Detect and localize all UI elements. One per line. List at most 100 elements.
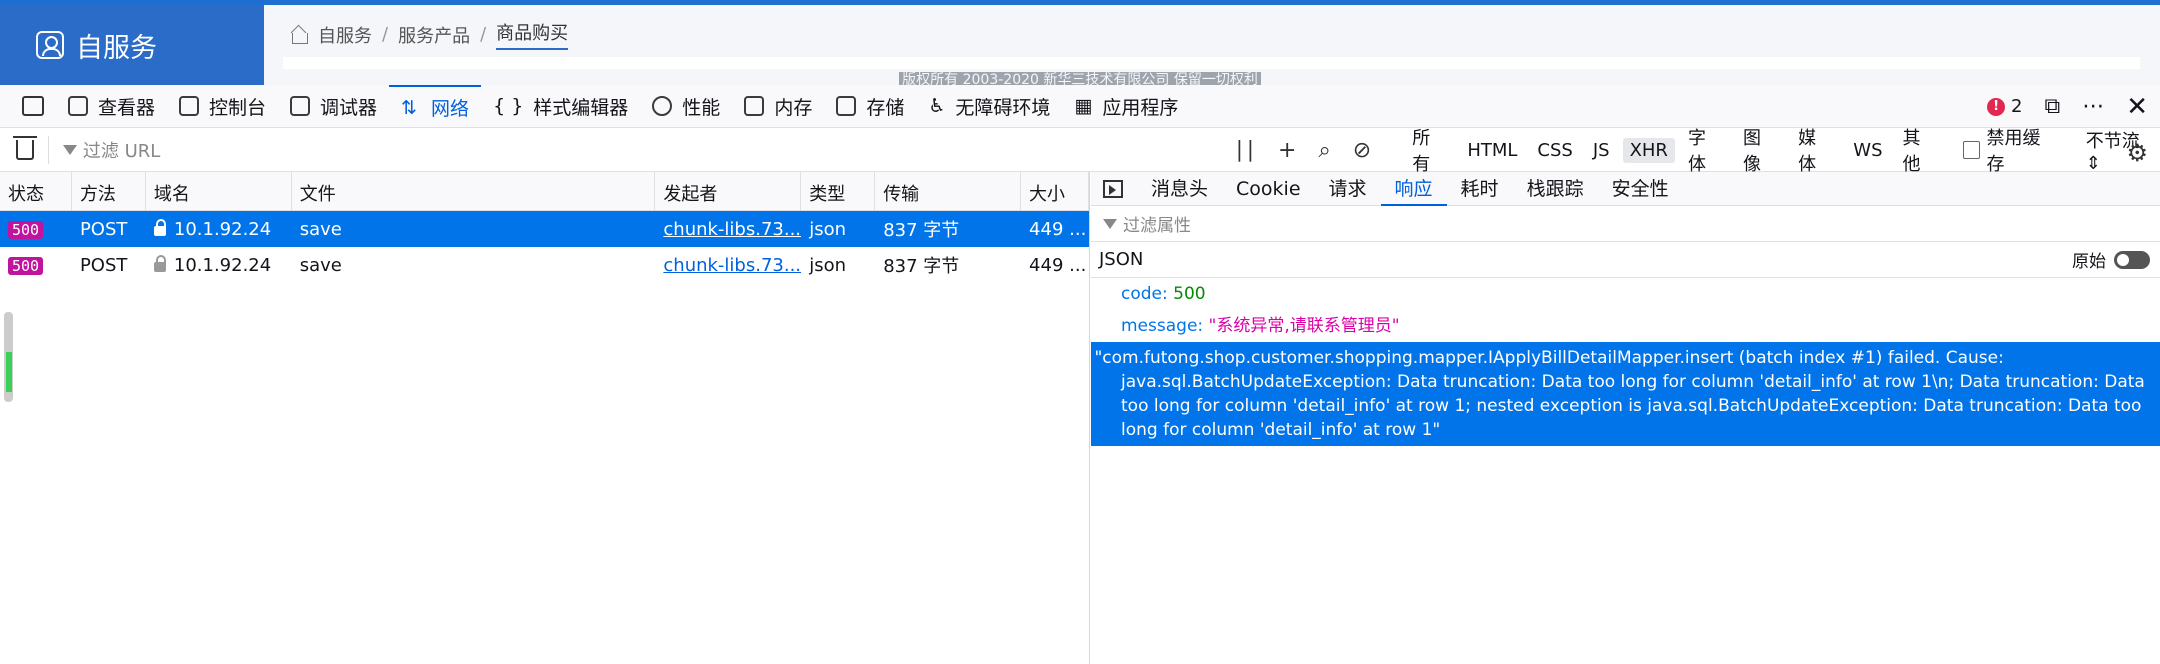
inspector-icon [68, 96, 88, 116]
json-code-line[interactable]: code: 500 [1091, 278, 2160, 310]
type-font[interactable]: 字体 [1681, 122, 1730, 178]
size-cell: 449 ... [1029, 218, 1087, 240]
domain-cell: 10.1.92.24 [146, 254, 292, 276]
col-method[interactable]: 方法 [72, 172, 146, 210]
breadcrumb-separator: / [480, 24, 487, 45]
trash-icon[interactable] [13, 136, 37, 160]
lock-icon [153, 254, 166, 272]
type-filters: 所有 HTML CSS JS XHR 字体 图像 媒体 WS 其他 [1405, 122, 1944, 178]
accessibility-icon: ♿ [928, 95, 946, 117]
tab-headers[interactable]: 消息头 [1137, 172, 1222, 206]
lock-icon [153, 218, 166, 236]
col-size[interactable]: 大小 [1021, 172, 1089, 210]
type-ws[interactable]: WS [1846, 138, 1889, 163]
col-file[interactable]: 文件 [292, 172, 656, 210]
table-row[interactable]: 500 POST 10.1.92.24 save chunk-libs.73..… [0, 247, 1089, 283]
error-count-badge[interactable]: ! 2 [1987, 96, 2022, 117]
tab-cookie[interactable]: Cookie [1222, 172, 1315, 206]
method-cell: POST [79, 254, 128, 276]
grid-icon: ▦ [1074, 95, 1093, 117]
type-html[interactable]: HTML [1460, 138, 1524, 163]
user-card-icon [36, 31, 64, 59]
element-picker-button[interactable] [10, 85, 56, 128]
initiator-link[interactable]: chunk-libs.73... [663, 219, 801, 240]
tab-timings[interactable]: 耗时 [1447, 172, 1513, 206]
tab-storage[interactable]: 存储 [824, 85, 916, 128]
console-icon [179, 96, 200, 116]
tab-request[interactable]: 请求 [1315, 172, 1381, 206]
json-message-line[interactable]: message: "系统异常,请联系管理员" [1091, 310, 2160, 342]
tab-application[interactable]: ▦ 应用程序 [1062, 85, 1190, 128]
filter-url-input[interactable]: 过滤 URL [62, 137, 1134, 163]
debugger-icon [290, 96, 311, 116]
initiator-link[interactable]: chunk-libs.73... [663, 255, 801, 276]
search-icon[interactable]: ⌕ [1318, 138, 1330, 163]
plus-icon[interactable]: + [1278, 138, 1296, 163]
type-image[interactable]: 图像 [1736, 122, 1785, 178]
checkbox[interactable] [1962, 141, 1981, 159]
home-icon[interactable] [290, 27, 308, 44]
more-options-icon[interactable]: ⋯ [2082, 94, 2104, 119]
table-row[interactable]: 500 POST 10.1.92.24 save chunk-libs.73..… [0, 211, 1089, 247]
breadcrumb: 自服务 / 服务产品 / 商品购买 [290, 19, 569, 50]
col-initiator[interactable]: 发起者 [655, 172, 802, 210]
col-status[interactable]: 状态 [0, 172, 72, 210]
json-label: JSON [1099, 249, 1144, 270]
type-other[interactable]: 其他 [1896, 122, 1945, 178]
tab-memory[interactable]: 内存 [732, 85, 824, 128]
request-table: 状态 方法 域名 文件 发起者 类型 传输 大小 500 POST 10.1.9… [0, 172, 1090, 664]
chip-icon [744, 96, 765, 116]
breadcrumb-separator: / [382, 24, 389, 45]
tab-network[interactable]: ⇅ 网络 [389, 84, 482, 128]
domain-cell: 10.1.92.24 [146, 218, 292, 240]
breadcrumb-item[interactable]: 自服务 [318, 22, 372, 48]
type-all[interactable]: 所有 [1405, 122, 1454, 178]
tab-stack-trace[interactable]: 栈跟踪 [1513, 172, 1598, 206]
status-badge: 500 [8, 256, 44, 275]
col-type[interactable]: 类型 [801, 172, 876, 210]
tab-debugger[interactable]: 调试器 [278, 85, 389, 128]
raw-toggle[interactable]: 原始 [2072, 247, 2150, 272]
scroll-indicator[interactable] [4, 312, 13, 402]
json-header: JSON 原始 [1091, 242, 2160, 278]
pause-icon[interactable]: ∣∣ [1234, 138, 1256, 163]
tab-security[interactable]: 安全性 [1598, 172, 1683, 206]
filter-tools: ∣∣ + ⌕ ⊘ [1234, 138, 1371, 163]
type-js[interactable]: JS [1586, 138, 1617, 163]
close-icon[interactable]: ✕ [2126, 92, 2148, 122]
toggle-switch[interactable] [2114, 250, 2150, 269]
filter-properties-input[interactable]: 过滤属性 [1091, 206, 2160, 242]
size-cell: 449 ... [1029, 254, 1087, 276]
col-transfer[interactable]: 传输 [875, 172, 1022, 210]
transfer-cell: 837 字节 [883, 256, 960, 277]
gauge-icon [652, 96, 673, 116]
tab-inspector[interactable]: 查看器 [56, 85, 167, 128]
json-data-line[interactable]: data: "com.futong.shop.customer.shopping… [1045, 342, 2160, 446]
panel-toggle-icon[interactable] [1103, 179, 1123, 198]
filter-icon [62, 145, 77, 155]
details-tabs: 消息头 Cookie 请求 响应 耗时 栈跟踪 安全性 [1091, 172, 2160, 206]
brand-title: 自服务 [76, 32, 157, 64]
tab-response[interactable]: 响应 [1380, 172, 1447, 206]
picker-icon [22, 96, 44, 116]
divider [47, 136, 49, 164]
type-media[interactable]: 媒体 [1791, 122, 1840, 178]
throttle-select[interactable]: 不节流 ⇕ [2086, 127, 2160, 174]
type-css[interactable]: CSS [1530, 138, 1579, 163]
col-domain[interactable]: 域名 [146, 172, 292, 210]
disable-cache-toggle[interactable]: 禁用缓存 [1962, 124, 2058, 176]
tab-accessibility[interactable]: ♿ 无障碍环境 [916, 85, 1062, 128]
type-xhr[interactable]: XHR [1622, 137, 1675, 163]
dock-icon[interactable]: ⧉ [2044, 94, 2060, 119]
breadcrumb-current[interactable]: 商品购买 [496, 19, 569, 50]
app-header: 自服务 自服务 / 服务产品 / 商品购买 版权所有 2003-2020 新华三… [0, 5, 2160, 88]
gear-icon[interactable]: ⚙ [2126, 139, 2148, 167]
breadcrumb-item[interactable]: 服务产品 [398, 22, 470, 48]
tab-style-editor[interactable]: { } 样式编辑器 [481, 85, 640, 128]
storage-icon [836, 96, 857, 116]
block-icon[interactable]: ⊘ [1353, 138, 1371, 163]
status-badge: 500 [8, 220, 44, 239]
error-icon: ! [1987, 97, 2006, 116]
tab-performance[interactable]: 性能 [640, 85, 732, 128]
tab-console[interactable]: 控制台 [167, 85, 278, 128]
